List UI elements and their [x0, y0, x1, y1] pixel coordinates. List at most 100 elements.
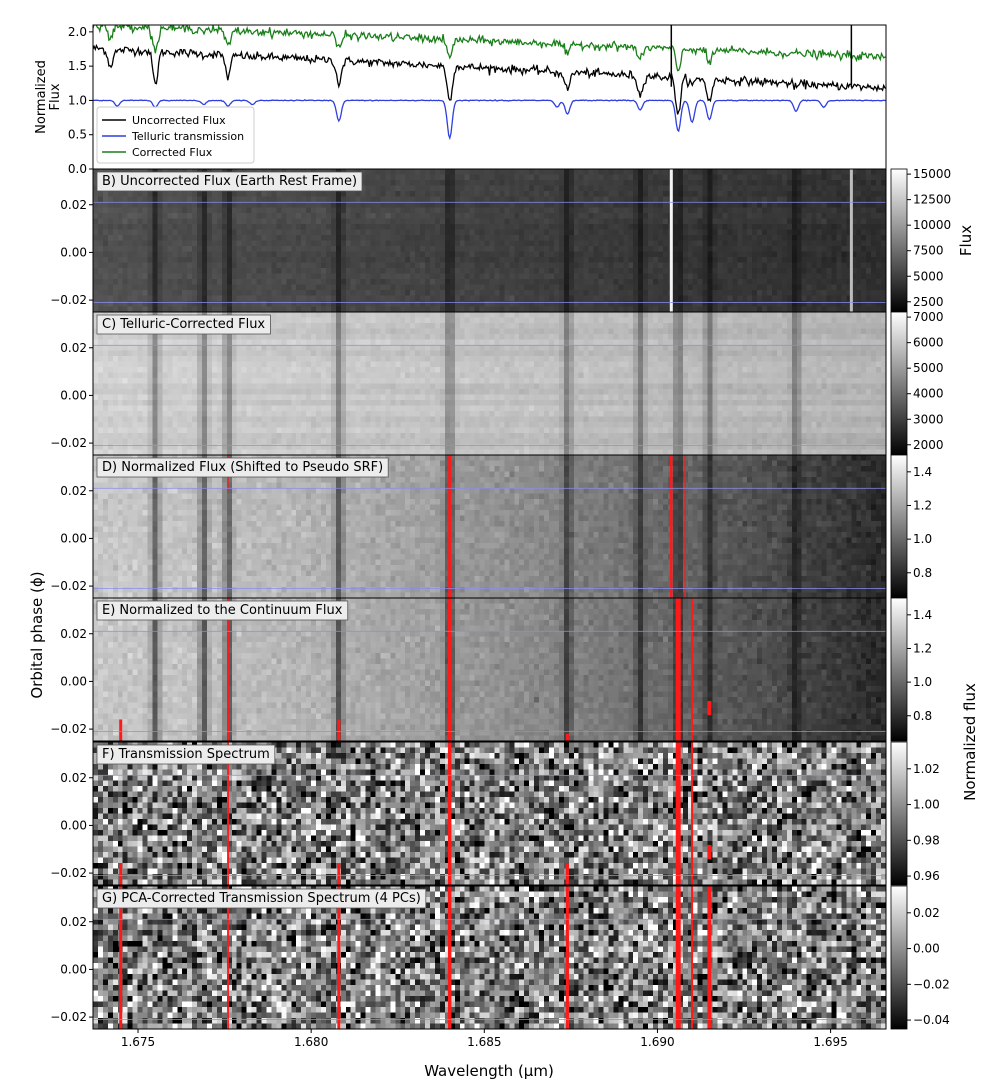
- masked-column-3: [691, 598, 694, 741]
- colorbar-gradient: [890, 597, 908, 742]
- masked-partial-0: [119, 863, 123, 885]
- colorbar-tick-label-2: 1.00: [913, 798, 940, 812]
- heatmap-panels: 0.02 0.00 −0.02 0.0 B) Uncorrected Flux (Ear…: [50, 162, 887, 1030]
- colorbar-gradient: [890, 741, 908, 886]
- phase-tick-label-2: −0.02: [50, 1010, 87, 1024]
- top-y-axis-label: NormalizedFlux: [34, 60, 63, 134]
- colorbar-tick-label-3: 5000: [913, 361, 944, 375]
- masked-column-1: [447, 886, 452, 1029]
- colorbar-tick-label-2: 1.2: [913, 641, 932, 655]
- emission-column-1: [849, 169, 853, 312]
- colorbar-tick-label-2: 7500: [913, 244, 944, 258]
- heatmap-panel-e: 0.02 0.00 −0.02 E) Normalized to the Contin…: [50, 597, 887, 742]
- masked-column-3: [684, 455, 686, 598]
- phase-tick-label-0: 0.02: [60, 771, 87, 785]
- phase-tick-label-2: −0.02: [50, 866, 87, 880]
- top-ytick-label-2: 1.0: [68, 93, 87, 107]
- panel-label: G) PCA-Corrected Transmission Spectrum (…: [102, 891, 421, 906]
- panel-label: C) Telluric-Corrected Flux: [102, 317, 265, 332]
- x-tick-label-2: 1.685: [467, 1035, 501, 1049]
- masked-column-2: [670, 455, 673, 598]
- colorbar-tick-label-3: 10000: [913, 218, 951, 232]
- heatmap-panel-b: 0.02 0.00 −0.02 0.0 B) Uncorrected Flux (Ear…: [50, 162, 887, 313]
- legend-entry-1: Telluric transmission: [131, 130, 244, 143]
- colorbar-tick-label-0: 0.8: [913, 709, 932, 723]
- colorbar-tick-label-0: 2000: [913, 438, 944, 452]
- phase-tick-label-1: 0.00: [60, 962, 87, 976]
- phase-tick-label-0: 0.02: [60, 341, 87, 355]
- colorbar-g: −0.04 −0.02 0.00 0.02: [890, 885, 950, 1030]
- colorbar-tick-label-0: 0.8: [913, 566, 932, 580]
- colorbar-tick-label-3: 1.02: [913, 762, 940, 776]
- colorbar-gradient: [890, 168, 908, 313]
- colorbar-tick-label-3: 1.4: [913, 465, 932, 479]
- masked-1.6915: [707, 886, 712, 1029]
- colorbar-tick-label-4: 6000: [913, 336, 944, 350]
- colorbar-tick-label-2: 0.00: [913, 942, 940, 956]
- masked-column-2: [675, 886, 681, 1029]
- x-axis-label: Wavelength (μm): [424, 1062, 554, 1080]
- top-zero-tick-label: 0.0: [68, 162, 87, 176]
- colorbar-gradient: [890, 454, 908, 599]
- colorbar-tick-label-1: 3000: [913, 412, 944, 426]
- colorbars: 2500 5000 7500 10000 12500 15000 2000 3000 4000 5…: [890, 167, 979, 1030]
- phase-tick-label-0: 0.02: [60, 198, 87, 212]
- phase-tick-label-1: 0.00: [60, 245, 87, 259]
- top-ytick-label-3: 1.5: [68, 59, 87, 73]
- phase-tick-label-2: −0.02: [50, 579, 87, 593]
- colorbar-tick-label-1: 1.0: [913, 675, 932, 689]
- phase-tick-label-1: 0.00: [60, 388, 87, 402]
- x-tick-label-3: 1.690: [640, 1035, 674, 1049]
- colorbar-tick-label-5: 15000: [913, 167, 951, 181]
- masked-column-3: [691, 886, 694, 1029]
- heatmap-panel-d: 0.02 0.00 −0.02 D) Normalized Flux (Shifted…: [50, 454, 887, 599]
- masked-partial-0: [119, 719, 123, 741]
- top-ytick-label-4: 2.0: [68, 25, 87, 39]
- colorbar-tick-label-2: 4000: [913, 387, 944, 401]
- legend-entry-0: Uncorrected Flux: [132, 114, 226, 127]
- phase-tick-label-0: 0.02: [60, 627, 87, 641]
- heatmap-panel-f: 0.02 0.00 −0.02 F) Transmission Spectrum: [50, 741, 887, 886]
- x-axis: 1.675 1.680 1.685 1.690 1.695: [121, 1029, 848, 1049]
- x-tick-label-4: 1.695: [813, 1035, 847, 1049]
- x-tick-label-0: 1.675: [121, 1035, 155, 1049]
- figure: Wavelength (μm) Orbital phase (ϕ) 0.5 1.0…: [28, 24, 979, 1080]
- phase-tick-label-1: 0.00: [60, 531, 87, 545]
- masked-1.6915: [707, 700, 712, 716]
- masked-column-1: [447, 598, 452, 741]
- colorbar-tick-label-5: 7000: [913, 310, 944, 324]
- masked-column-1: [448, 455, 452, 598]
- legend: Uncorrected Flux Telluric transmission Cor…: [96, 106, 255, 164]
- colorbar-tick-label-1: 1.0: [913, 532, 932, 546]
- top-ytick-label-1: 0.5: [68, 128, 87, 142]
- colorbar-tick-label-0: 0.96: [913, 869, 940, 883]
- phase-tick-label-2: −0.02: [50, 722, 87, 736]
- colorbar-b: 2500 5000 7500 10000 12500 15000: [890, 167, 951, 313]
- colorbar-label-1: Normalized flux: [961, 683, 979, 801]
- x-tick-label-1: 1.680: [294, 1035, 328, 1049]
- masked-partial-2: [565, 886, 569, 1029]
- panel-label: F) Transmission Spectrum: [102, 747, 270, 762]
- masked-column-2: [675, 742, 681, 885]
- phase-tick-label-1: 0.00: [60, 818, 87, 832]
- emission-column-0: [669, 169, 673, 312]
- masked-1.6915: [707, 844, 712, 860]
- masked-column-3: [691, 742, 694, 885]
- colorbar-tick-label-1: 5000: [913, 269, 944, 283]
- colorbar-e: 0.8 1.0 1.2 1.4: [890, 597, 932, 742]
- heatmap-panel-g: 0.02 0.00 −0.02 G) PCA-Corrected Transmissi…: [50, 885, 887, 1030]
- panel-label: E) Normalized to the Continuum Flux: [102, 603, 343, 618]
- masked-column-1: [447, 742, 452, 885]
- phase-tick-label-0: 0.02: [60, 484, 87, 498]
- top-spectrum-panel: 0.5 1.0 1.5 2.0 NormalizedFlux Uncorrected Fl…: [34, 24, 887, 170]
- colorbar-tick-label-1: 0.98: [913, 833, 940, 847]
- phase-tick-label-2: −0.02: [50, 436, 87, 450]
- phase-tick-label-0: 0.02: [60, 915, 87, 929]
- colorbar-tick-label-2: 1.2: [913, 498, 932, 512]
- masked-partial-2: [565, 733, 569, 741]
- panel-label: B) Uncorrected Flux (Earth Rest Frame): [102, 174, 357, 189]
- masked-partial-1: [337, 863, 341, 885]
- y-axis-label-phase: Orbital phase (ϕ): [28, 571, 46, 698]
- colorbar-gradient: [890, 885, 908, 1030]
- colorbar-tick-label-3: 0.02: [913, 906, 940, 920]
